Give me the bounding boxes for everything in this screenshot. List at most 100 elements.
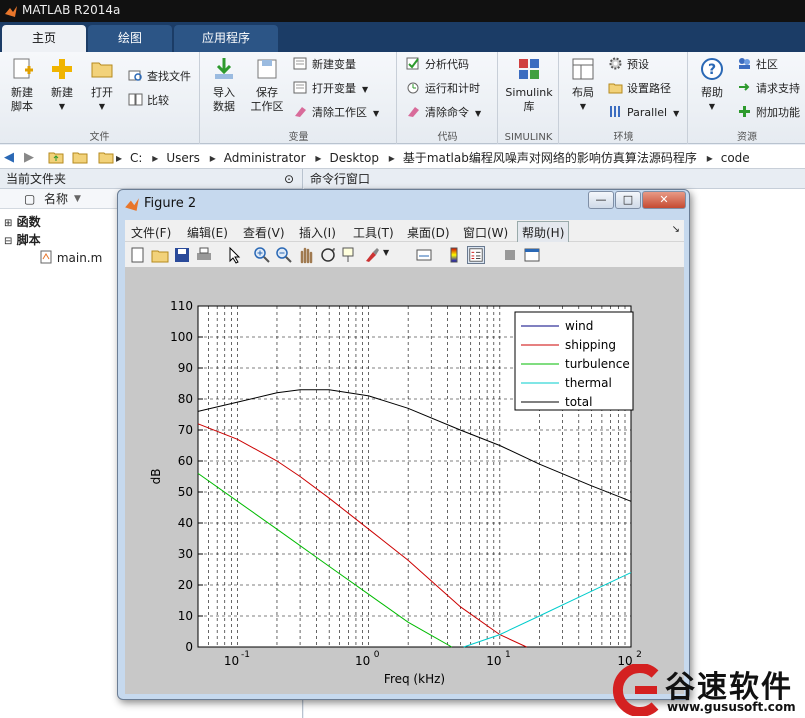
watermark: 谷速软件 www.gususoft.com (607, 660, 805, 718)
column-name[interactable]: 名称 (44, 189, 68, 209)
open-file-icon[interactable] (151, 246, 169, 264)
breadcrumb-item[interactable]: Desktop (329, 151, 379, 165)
brush-dropdown-icon[interactable]: ▼ (383, 248, 389, 257)
maximize-button[interactable]: □ (615, 191, 641, 209)
plot-area: 0 10 20 30 40 50 60 70 80 90 100 110 10 -1 10 0 10 1 10 2 Fr… (125, 268, 684, 694)
breadcrumb-item[interactable]: Users (166, 151, 200, 165)
figure-window: Figure 2 — □ ✕ 文件(F) 编辑(E) 查看(V) 插入(I) 工… (117, 189, 690, 700)
up-folder-icon[interactable] (48, 149, 64, 165)
figure-title: Figure 2 (144, 196, 197, 211)
file-main-m[interactable]: main.m (40, 249, 102, 267)
menu-view[interactable]: 查看(V) (243, 224, 285, 241)
browse-folder-icon[interactable] (72, 149, 88, 165)
clear-workspace-label: 清除工作区 (312, 106, 367, 119)
tab-apps[interactable]: 应用程序 (174, 25, 278, 52)
menu-window[interactable]: 窗口(W) (463, 224, 508, 241)
sort-arrow-icon[interactable]: ▼ (74, 189, 81, 209)
new-script-button[interactable]: 新建 脚本 (4, 56, 40, 114)
layout-button[interactable]: 布局 ▼ (564, 56, 602, 114)
y-tick-label: 60 (178, 454, 193, 468)
new-variable-button[interactable]: 新建变量 (293, 56, 356, 74)
preferences-button[interactable]: 预设 (608, 56, 649, 74)
print-icon[interactable] (195, 246, 213, 264)
new-variable-label: 新建变量 (312, 58, 356, 71)
analyze-code-button[interactable]: 分析代码 (406, 56, 469, 74)
preferences-label: 预设 (627, 58, 649, 71)
parallel-icon (610, 106, 620, 117)
save-workspace-button[interactable]: 保存 工作区 (247, 56, 287, 114)
run-time-button[interactable]: 运行和计时 (406, 80, 480, 98)
import-data-label: 导入 数据 (213, 86, 235, 113)
group-environment-label: 环境 (613, 132, 634, 143)
clear-commands-button[interactable]: 清除命令 ▼ (406, 104, 481, 122)
figure-menubar: 文件(F) 编辑(E) 查看(V) 插入(I) 工具(T) 桌面(D) 窗口(W… (125, 220, 684, 244)
pointer-icon[interactable] (225, 246, 243, 264)
zoom-in-icon[interactable] (253, 246, 271, 264)
clear-commands-label: 清除命令 (425, 106, 469, 119)
simulink-library-button[interactable]: Simulink 库 (503, 56, 555, 114)
breadcrumb-item[interactable]: C: (130, 151, 142, 165)
figure-toolbar: ▼ (125, 242, 684, 268)
line-chart[interactable]: 010203040506070809010011010 -1 10 0 10 1 10 2Fr… (125, 268, 684, 694)
new-figure-icon[interactable] (129, 246, 147, 264)
breadcrumb-item[interactable]: Administrator (224, 151, 306, 165)
hide-tools-icon[interactable] (501, 246, 519, 264)
colorbar-icon[interactable] (445, 246, 463, 264)
open-variable-button[interactable]: 打开变量 ▼ (293, 80, 368, 98)
pan-hand-icon[interactable] (297, 246, 315, 264)
import-data-button[interactable]: 导入 数据 (205, 56, 243, 114)
tree-item-functions[interactable]: ⊞ 函数 (4, 213, 41, 233)
group-code: 分析代码 运行和计时 清除命令 ▼ 代码 (398, 52, 498, 144)
compare-button[interactable]: 比较 (128, 92, 169, 110)
menu-file[interactable]: 文件(F) (131, 224, 171, 241)
request-support-button[interactable]: 请求支持 (737, 80, 800, 98)
menu-tools[interactable]: 工具(T) (353, 224, 394, 241)
dock-arrow-icon[interactable]: ↘ (672, 224, 680, 235)
group-file-label: 文件 (89, 132, 110, 143)
menu-insert[interactable]: 插入(I) (299, 224, 336, 241)
help-button[interactable]: ? 帮助 ▼ (693, 56, 731, 114)
new-button[interactable]: 新建 ▼ (44, 56, 80, 114)
panel-menu-icon[interactable]: ⊙ (284, 169, 294, 189)
gear-icon (609, 57, 622, 70)
save-icon[interactable] (173, 246, 191, 264)
parallel-button[interactable]: Parallel ▼ (608, 104, 679, 122)
clear-workspace-button[interactable]: 清除工作区 ▼ (293, 104, 379, 122)
open-variable-icon (293, 81, 307, 94)
show-tools-icon[interactable] (523, 246, 541, 264)
set-path-button[interactable]: 设置路径 (608, 80, 671, 98)
x-tick-label: 10 (355, 654, 370, 668)
file-name: main.m (56, 251, 103, 265)
x-tick-label: 10 (486, 654, 501, 668)
y-tick-label: 70 (178, 423, 193, 437)
menu-edit[interactable]: 编辑(E) (187, 224, 228, 241)
community-button[interactable]: 社区 (737, 56, 778, 74)
menu-desktop[interactable]: 桌面(D) (407, 224, 450, 241)
legend-icon[interactable] (467, 246, 485, 264)
close-button[interactable]: ✕ (642, 191, 686, 209)
zoom-out-icon[interactable] (275, 246, 293, 264)
link-plot-icon[interactable] (415, 246, 433, 264)
back-arrow-icon[interactable]: ◀ (4, 150, 14, 165)
brush-icon[interactable] (363, 246, 381, 264)
window-titlebar: MATLAB R2014a (0, 0, 805, 22)
folder-icon (91, 62, 113, 78)
forward-arrow-icon[interactable]: ▶ (24, 150, 34, 165)
minimize-button[interactable]: — (588, 191, 614, 209)
save-workspace-icon (257, 59, 277, 79)
open-button[interactable]: 打开 ▼ (84, 56, 120, 114)
addons-button[interactable]: 附加功能 (737, 104, 800, 122)
menu-help[interactable]: 帮助(H) (517, 221, 570, 244)
legend-label: thermal (565, 376, 612, 390)
find-files-button[interactable]: 查找文件 (128, 68, 191, 86)
breadcrumb-item[interactable]: code (721, 151, 750, 165)
rotate-3d-icon[interactable] (319, 246, 337, 264)
tab-home[interactable]: 主页 (2, 25, 86, 52)
open-variable-label: 打开变量 (312, 82, 356, 95)
parallel-label: Parallel (627, 106, 668, 119)
data-cursor-icon[interactable] (341, 246, 359, 264)
breadcrumb-item[interactable]: 基于matlab编程风噪声对网络的影响仿真算法源码程序 (403, 151, 697, 165)
tree-item-scripts[interactable]: ⊟ 脚本 (4, 231, 41, 251)
group-simulink-label: SIMULINK (504, 132, 553, 143)
tab-plots[interactable]: 绘图 (88, 25, 172, 52)
